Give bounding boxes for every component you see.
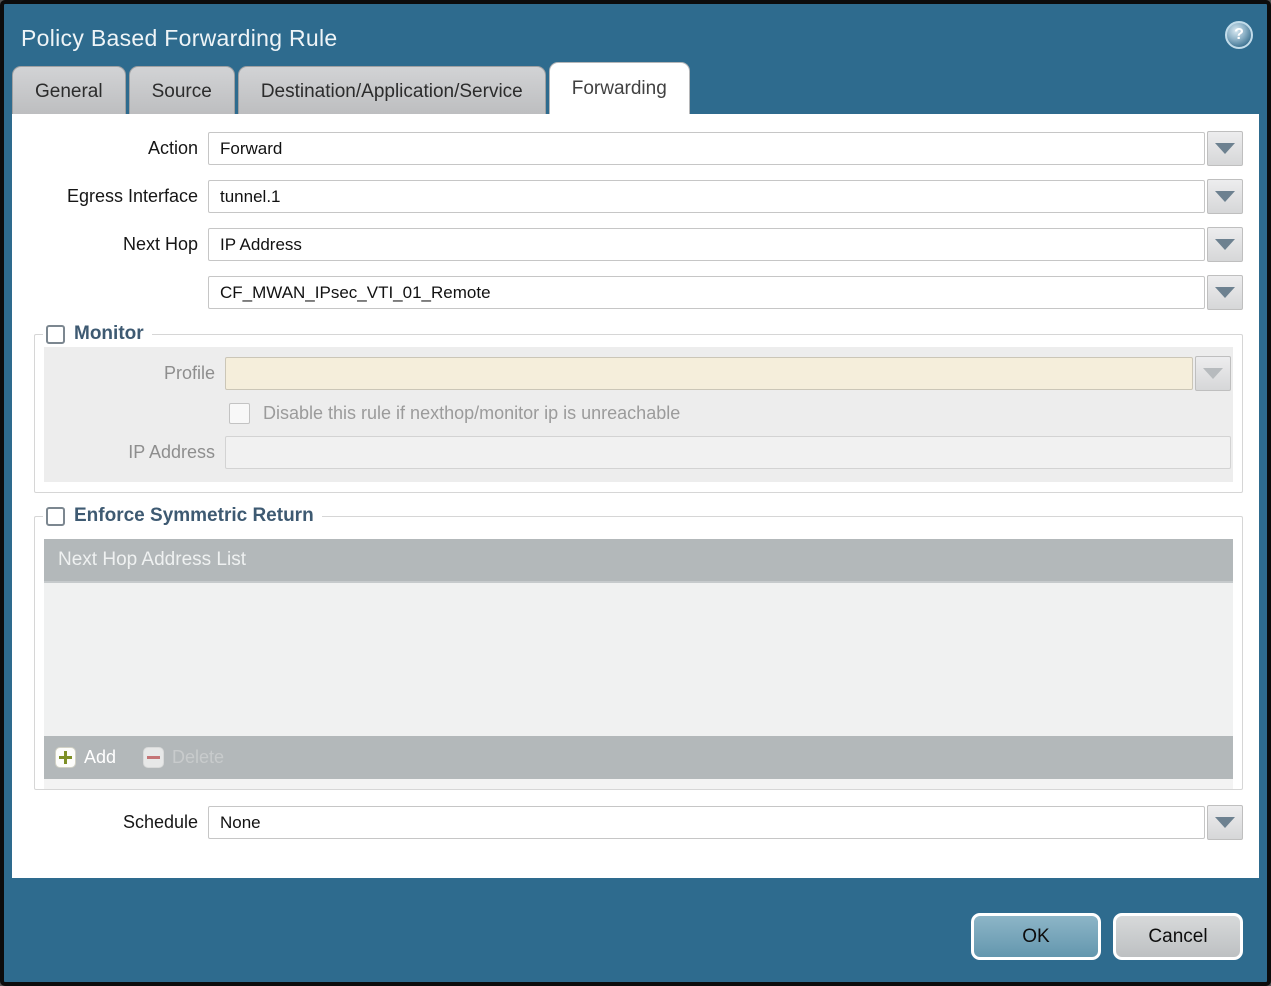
egress-interface-dropdown-button[interactable] bbox=[1207, 179, 1243, 214]
action-dropdown-button[interactable] bbox=[1207, 131, 1243, 166]
schedule-label: Schedule bbox=[122, 812, 198, 832]
cancel-button[interactable]: Cancel bbox=[1113, 913, 1243, 960]
monitor-inner-panel: Profile Disable this rule if nexthop/mon… bbox=[44, 347, 1233, 482]
tab-source[interactable]: Source bbox=[128, 66, 235, 114]
schedule-row: Schedule None bbox=[12, 805, 1243, 840]
next-hop-row: Next Hop IP Address bbox=[12, 227, 1243, 262]
disable-rule-row: Disable this rule if nexthop/monitor ip … bbox=[229, 403, 1233, 424]
chevron-down-icon bbox=[1203, 368, 1223, 379]
monitor-ip-address-label: IP Address bbox=[128, 442, 215, 462]
tab-forwarding[interactable]: Forwarding bbox=[548, 62, 690, 114]
tab-destination-application-service[interactable]: Destination/Application/Service bbox=[237, 66, 546, 114]
table-header-label: Next Hop Address List bbox=[58, 549, 246, 570]
symmetric-return-group: Enforce Symmetric Return Next Hop Addres… bbox=[34, 505, 1243, 790]
monitor-ip-address-input[interactable] bbox=[225, 436, 1231, 469]
action-value: Forward bbox=[220, 138, 283, 158]
disable-rule-checkbox[interactable] bbox=[229, 403, 250, 424]
monitor-ip-address-row: IP Address bbox=[44, 436, 1231, 469]
tabstrip: General Source Destination/Application/S… bbox=[4, 62, 1267, 114]
profile-select[interactable] bbox=[225, 357, 1193, 390]
profile-dropdown-button[interactable] bbox=[1195, 356, 1231, 391]
next-hop-type-dropdown-button[interactable] bbox=[1207, 227, 1243, 262]
next-hop-address-dropdown-button[interactable] bbox=[1207, 275, 1243, 310]
monitor-legend-label: Monitor bbox=[74, 323, 144, 344]
dialog-footer: OK Cancel bbox=[971, 913, 1243, 960]
next-hop-address-select[interactable]: CF_MWAN_IPsec_VTI_01_Remote bbox=[208, 276, 1205, 309]
next-hop-type-value: IP Address bbox=[220, 234, 302, 254]
next-hop-label: Next Hop bbox=[122, 234, 198, 254]
action-select[interactable]: Forward bbox=[208, 132, 1205, 165]
add-button-label: Add bbox=[84, 747, 117, 767]
table-body-empty[interactable] bbox=[44, 583, 1233, 736]
table-footer-toolbar: Add Delete bbox=[44, 736, 1233, 779]
table-header: Next Hop Address List bbox=[44, 539, 1233, 583]
egress-interface-select[interactable]: tunnel.1 bbox=[208, 180, 1205, 213]
action-row: Action Forward bbox=[12, 131, 1243, 166]
delete-button[interactable]: Delete bbox=[143, 747, 224, 768]
schedule-value: None bbox=[220, 812, 261, 832]
egress-interface-value: tunnel.1 bbox=[220, 186, 281, 206]
disable-rule-label: Disable this rule if nexthop/monitor ip … bbox=[263, 403, 681, 423]
chevron-down-icon bbox=[1215, 191, 1235, 202]
chevron-down-icon bbox=[1215, 817, 1235, 828]
symmetric-return-legend-label: Enforce Symmetric Return bbox=[74, 505, 314, 526]
plus-icon bbox=[55, 747, 76, 768]
profile-label: Profile bbox=[163, 363, 215, 383]
ok-button[interactable]: OK bbox=[971, 913, 1101, 960]
schedule-select[interactable]: None bbox=[208, 806, 1205, 839]
monitor-group: Monitor Profile Disable this rule if nex… bbox=[34, 323, 1243, 493]
symmetric-return-checkbox[interactable] bbox=[46, 506, 65, 526]
dialog-title: Policy Based Forwarding Rule bbox=[21, 24, 338, 51]
add-button[interactable]: Add bbox=[55, 747, 116, 768]
chevron-down-icon bbox=[1215, 239, 1235, 250]
tab-general[interactable]: General bbox=[12, 66, 126, 114]
chevron-down-icon bbox=[1215, 287, 1235, 298]
schedule-dropdown-button[interactable] bbox=[1207, 805, 1243, 840]
forwarding-tab-panel: Action Forward Egress Interface tunnel.1… bbox=[12, 114, 1259, 878]
next-hop-address-row: CF_MWAN_IPsec_VTI_01_Remote bbox=[12, 275, 1243, 310]
titlebar: Policy Based Forwarding Rule ? bbox=[4, 4, 1267, 62]
help-icon[interactable]: ? bbox=[1225, 21, 1253, 49]
help-glyph: ? bbox=[1234, 26, 1244, 43]
profile-row: Profile bbox=[44, 356, 1231, 391]
next-hop-type-select[interactable]: IP Address bbox=[208, 228, 1205, 261]
policy-forwarding-dialog: Policy Based Forwarding Rule ? General S… bbox=[0, 0, 1271, 986]
egress-interface-label: Egress Interface bbox=[66, 186, 198, 206]
monitor-checkbox[interactable] bbox=[46, 324, 65, 344]
symmetric-return-legend: Enforce Symmetric Return bbox=[43, 505, 322, 527]
minus-icon bbox=[143, 747, 165, 768]
delete-button-label: Delete bbox=[172, 747, 225, 767]
action-label: Action bbox=[147, 138, 198, 158]
egress-interface-row: Egress Interface tunnel.1 bbox=[12, 179, 1243, 214]
next-hop-address-value: CF_MWAN_IPsec_VTI_01_Remote bbox=[220, 282, 491, 302]
monitor-legend: Monitor bbox=[43, 323, 152, 345]
chevron-down-icon bbox=[1215, 143, 1235, 154]
table-bottom-strip bbox=[44, 779, 1233, 789]
next-hop-address-list-table: Next Hop Address List Add Delete bbox=[44, 539, 1233, 779]
